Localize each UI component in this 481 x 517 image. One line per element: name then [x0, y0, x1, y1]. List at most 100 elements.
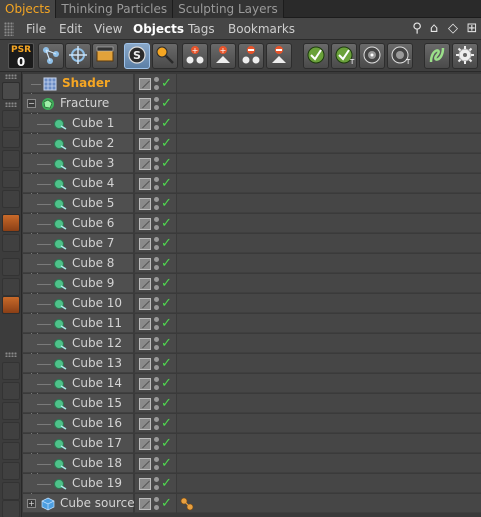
deformer-8-icon[interactable] — [2, 500, 20, 517]
delete-icon[interactable] — [2, 190, 20, 208]
name-cell[interactable]: Cube 18 — [23, 454, 133, 473]
object-name[interactable]: Cube 16 — [72, 414, 122, 433]
visibility-dots-icon[interactable] — [154, 457, 159, 471]
grip-icon[interactable] — [5, 74, 17, 79]
enabled-check-icon[interactable]: ✓ — [161, 395, 172, 412]
object-name[interactable]: Cube 9 — [72, 274, 114, 293]
remove-object-button[interactable] — [238, 43, 264, 69]
tree-row-cube[interactable]: Cube 6 ✓ — [23, 214, 481, 234]
layer-icon[interactable] — [139, 78, 151, 90]
parent-icon[interactable] — [2, 110, 20, 128]
tree-row-cube[interactable]: Cube 8 ✓ — [23, 254, 481, 274]
enabled-check-icon[interactable]: ✓ — [161, 455, 172, 472]
layer-icon[interactable] — [139, 198, 151, 210]
visibility-dots-icon[interactable] — [154, 277, 159, 291]
visibility-dots-icon[interactable] — [154, 257, 159, 271]
object-name[interactable]: Cube 1 — [72, 114, 114, 133]
menu-view[interactable]: View — [94, 18, 122, 40]
visibility-dots-icon[interactable] — [154, 337, 159, 351]
name-cell[interactable]: Cube 2 — [23, 134, 133, 153]
tree-row-fracture[interactable]: − Fracture ✓ — [23, 94, 481, 114]
remove-hierarchy-button[interactable] — [266, 43, 292, 69]
name-cell[interactable]: Shader — [23, 74, 133, 93]
hierarchy-button[interactable] — [38, 43, 64, 69]
enabled-check-icon[interactable]: ✓ — [161, 475, 172, 492]
object-name[interactable]: Cube 4 — [72, 174, 114, 193]
object-name[interactable]: Cube 8 — [72, 254, 114, 273]
layer-icon[interactable] — [139, 478, 151, 490]
name-cell[interactable]: Cube 17 — [23, 434, 133, 453]
layer-icon[interactable] — [139, 438, 151, 450]
enabled-check-icon[interactable]: ✓ — [161, 155, 172, 172]
tree-row-cube-source[interactable]: + Cube source ✓ — [23, 494, 481, 514]
tree-row-cube[interactable]: Cube 13 ✓ — [23, 354, 481, 374]
name-cell[interactable]: Cube 3 — [23, 154, 133, 173]
tree-row-shader[interactable]: Shader ✓ — [23, 74, 481, 94]
visibility-dots-icon[interactable] — [154, 77, 159, 91]
joint-icon[interactable] — [2, 278, 20, 296]
visibility-dots-icon[interactable] — [154, 217, 159, 231]
name-cell[interactable]: Cube 16 — [23, 414, 133, 433]
child-icon[interactable] — [2, 130, 20, 148]
visibility-dots-icon[interactable] — [154, 497, 159, 511]
menu-file[interactable]: File — [26, 18, 46, 40]
object-name[interactable]: Cube 12 — [72, 334, 122, 353]
layer-icon[interactable] — [139, 98, 151, 110]
select-icon[interactable] — [2, 214, 20, 232]
deformer-2-icon[interactable] — [2, 382, 20, 400]
enabled-check-icon[interactable]: ✓ — [161, 195, 172, 212]
enabled-check-icon[interactable]: ✓ — [161, 75, 172, 92]
layer-icon[interactable] — [139, 318, 151, 330]
tree-row-cube[interactable]: Cube 2 ✓ — [23, 134, 481, 154]
display-icon[interactable] — [2, 82, 20, 100]
deformer-6-icon[interactable] — [2, 462, 20, 480]
visibility-dots-icon[interactable] — [154, 97, 159, 111]
layer-icon[interactable] — [139, 258, 151, 270]
enabled-check-icon[interactable]: ✓ — [161, 355, 172, 372]
deformer-4-icon[interactable] — [2, 422, 20, 440]
enabled-check-icon[interactable]: ✓ — [161, 235, 172, 252]
tab-objects[interactable]: Objects — [0, 0, 57, 18]
enabled-check-icon[interactable]: ✓ — [161, 95, 172, 112]
enabled-check-icon[interactable]: ✓ — [161, 275, 172, 292]
object-name[interactable]: Cube 14 — [72, 374, 122, 393]
object-name[interactable]: Cube 2 — [72, 134, 114, 153]
eye-icon[interactable]: ◇ — [446, 21, 460, 37]
enabled-check-icon[interactable]: ✓ — [161, 495, 172, 512]
object-name[interactable]: Cube 6 — [72, 214, 114, 233]
deformer-1-icon[interactable] — [2, 362, 20, 380]
tree-row-cube[interactable]: Cube 4 ✓ — [23, 174, 481, 194]
layer-icon[interactable] — [139, 338, 151, 350]
visibility-dots-icon[interactable] — [154, 297, 159, 311]
tab-thinking-particles[interactable]: Thinking Particles — [56, 0, 174, 18]
name-cell[interactable]: Cube 19 — [23, 474, 133, 493]
enabled-check-icon[interactable]: ✓ — [161, 215, 172, 232]
new-window-icon[interactable]: ⊞ — [465, 21, 479, 37]
object-name[interactable]: Cube source — [60, 494, 135, 513]
visibility-dots-icon[interactable] — [154, 417, 159, 431]
enabled-check-icon[interactable]: ✓ — [161, 335, 172, 352]
enabled-check-icon[interactable]: ✓ — [161, 315, 172, 332]
menu-tags[interactable]: Tags — [188, 18, 215, 40]
visibility-dots-icon[interactable] — [154, 237, 159, 251]
object-name[interactable]: Cube 5 — [72, 194, 114, 213]
object-name[interactable]: Cube 7 — [72, 234, 114, 253]
menu-edit[interactable]: Edit — [59, 18, 82, 40]
name-cell[interactable]: Cube 4 — [23, 174, 133, 193]
name-cell[interactable]: Cube 10 — [23, 294, 133, 313]
find-button[interactable] — [152, 43, 178, 69]
name-cell[interactable]: Cube 1 — [23, 114, 133, 133]
deformer-3-icon[interactable] — [2, 402, 20, 420]
object-name[interactable]: Cube 15 — [72, 394, 122, 413]
layer-icon[interactable] — [139, 218, 151, 230]
object-name[interactable]: Fracture — [60, 94, 109, 113]
layer-icon[interactable] — [139, 238, 151, 250]
add-object-button[interactable]: + — [182, 43, 208, 69]
layer-icon[interactable] — [139, 178, 151, 190]
spline-button[interactable] — [424, 43, 450, 69]
move-button[interactable] — [65, 43, 91, 69]
grip-icon[interactable] — [5, 352, 17, 357]
enabled-check-icon[interactable]: ✓ — [161, 415, 172, 432]
tree-row-cube[interactable]: Cube 16 ✓ — [23, 414, 481, 434]
visibility-dots-icon[interactable] — [154, 197, 159, 211]
